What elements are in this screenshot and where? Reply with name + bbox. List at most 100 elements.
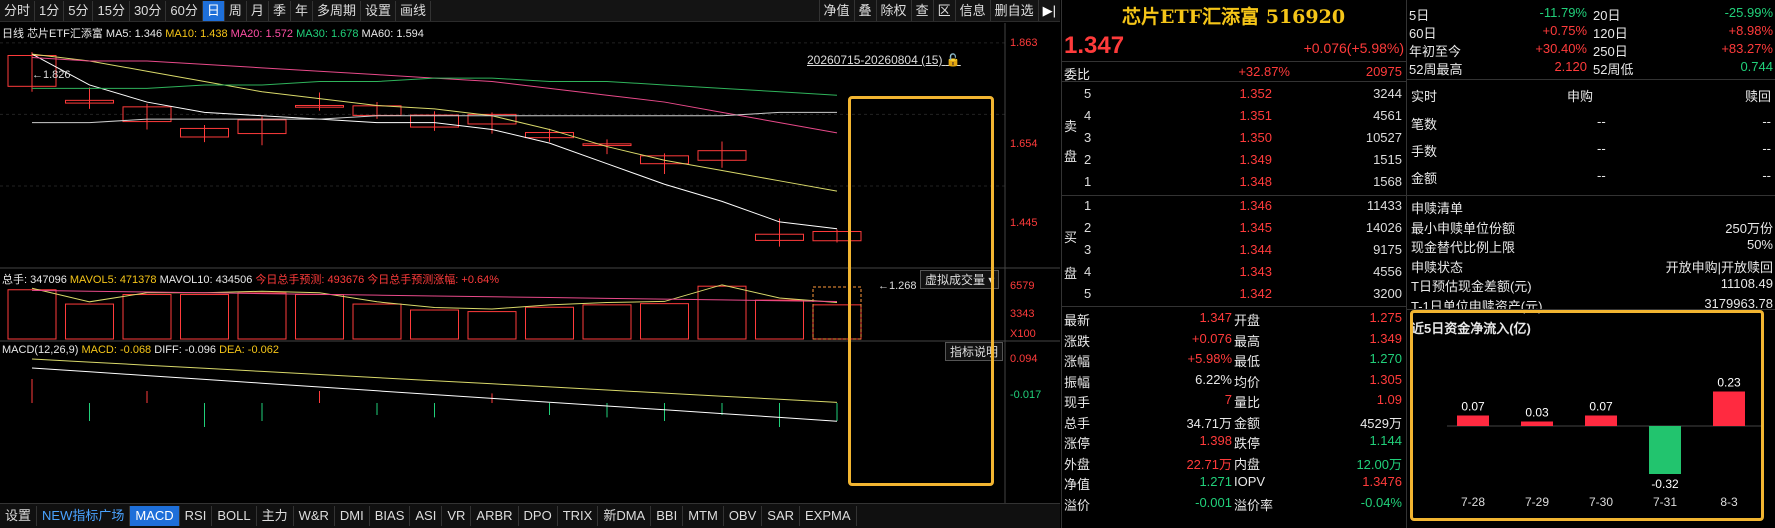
ma-line-green: [32, 77, 838, 96]
etf-info-value: 开放申购|开放赎回: [1665, 259, 1773, 275]
bid-volume: 11433: [1366, 198, 1402, 213]
period-1[interactable]: 1分: [35, 0, 65, 21]
perf-value: +83.27%: [1721, 41, 1773, 56]
perf-label: 年初至今: [1409, 44, 1462, 59]
stat-label: 最低: [1234, 354, 1261, 369]
volume-bar: [467, 311, 517, 340]
realtime-value: --: [1762, 114, 1771, 129]
vol-axis-2: 3343: [1010, 308, 1035, 320]
divider: [1407, 79, 1775, 80]
volume-bar: [582, 304, 632, 340]
indicator-tab-3[interactable]: RSI: [180, 506, 213, 526]
exit-icon[interactable]: ▶|: [1037, 0, 1060, 21]
stat-label: 量比: [1234, 395, 1261, 410]
highlight-box-flow: [1410, 310, 1764, 521]
period-11[interactable]: 多周期: [313, 0, 361, 21]
indicator-tab-17[interactable]: OBV: [724, 506, 763, 526]
volume-bar: [7, 289, 57, 340]
bid-price: 1.343: [1239, 264, 1272, 279]
etf-info-label: 申赎清单: [1411, 201, 1464, 216]
stat-value: 22.71万: [1186, 456, 1232, 472]
indicator-tab-14[interactable]: 新DMA: [598, 506, 652, 526]
period-5[interactable]: 60分: [166, 0, 203, 21]
indicator-tab-6[interactable]: W&R: [294, 506, 335, 526]
period-3[interactable]: 15分: [93, 0, 130, 21]
lock-icon[interactable]: 🔓: [946, 53, 961, 67]
bid-level: 1: [1084, 198, 1092, 213]
indicator-tab-12[interactable]: DPO: [519, 506, 558, 526]
volume-bar: [525, 306, 574, 340]
stat-label: 内盘: [1234, 456, 1261, 472]
chart-tools: 净值 叠 除权 查 区 信息 删自选 ▶|: [818, 0, 1060, 21]
indicator-tab-9[interactable]: ASI: [410, 506, 443, 526]
indicator-tab-1[interactable]: NEW指标广场: [37, 506, 131, 526]
indicator-tab-16[interactable]: MTM: [683, 506, 724, 526]
stat-value: 1.144: [1369, 433, 1402, 448]
tool-range[interactable]: 区: [932, 0, 955, 21]
indicator-tabs: 设置 NEW指标广场 MACD RSI BOLL 主力 W&R DMI BIAS ASI VR ARB…: [0, 503, 1060, 528]
volume-header: 总手: 347096 MAVOL5: 471378 MAVOL10: 43450…: [2, 271, 499, 287]
bid-volume: 14026: [1365, 220, 1402, 235]
stat-value: 12.00万: [1356, 456, 1402, 472]
macd-axis-1: 0.094: [1010, 353, 1038, 365]
stat-value: -0.001: [1195, 494, 1232, 510]
quote-panel: 芯片ETF汇添富 516920 1.347 +0.076(+5.98%) 委比 …: [1062, 0, 1406, 528]
tool-overlay[interactable]: 叠: [853, 0, 876, 21]
macd-header: MACD(12,26,9) MACD: -0.068 DIFF: -0.096 …: [2, 344, 279, 356]
period-8[interactable]: 月: [247, 0, 269, 21]
ma-header: 日线 芯片ETF汇添富 MA5: 1.346 MA10: 1.438 MA20:…: [2, 25, 424, 41]
etf-info-value: 11108.49: [1720, 276, 1773, 291]
indicator-tab-7[interactable]: DMI: [335, 506, 370, 526]
stat-value: +0.076: [1191, 330, 1232, 346]
stat-label: 溢价: [1064, 497, 1091, 513]
ask-level: 5: [1084, 86, 1092, 101]
tool-remove-favorite[interactable]: 删自选: [989, 0, 1038, 21]
diff-value: DIFF: -0.096: [154, 344, 216, 356]
period-13[interactable]: 画线: [396, 0, 432, 21]
perf-value: 0.744: [1740, 59, 1773, 74]
period-6[interactable]: 日: [202, 0, 225, 21]
sell-side-label: 卖盘: [1064, 112, 1077, 172]
stat-value: 1.349: [1369, 330, 1402, 346]
indicator-tab-10[interactable]: VR: [442, 506, 472, 526]
period-9[interactable]: 季: [269, 0, 291, 21]
high-marker: ←1.826: [32, 69, 71, 81]
chart-type-label: 日线: [2, 28, 24, 40]
indicator-tab-11[interactable]: ARBR: [471, 506, 519, 526]
period-12[interactable]: 设置: [361, 0, 396, 21]
divider: [1062, 195, 1406, 196]
stat-value: 1.270: [1369, 351, 1402, 366]
etf-info-value: 250万份: [1725, 220, 1773, 236]
last-price: 1.347: [1064, 32, 1125, 59]
period-4[interactable]: 30分: [130, 0, 167, 21]
stat-label: 最新: [1064, 313, 1091, 328]
period-7[interactable]: 周: [225, 0, 247, 21]
indicator-tab-5[interactable]: 主力: [257, 506, 294, 526]
date-range[interactable]: 20260715-20260804 (15) 🔓: [807, 53, 961, 67]
period-0[interactable]: 分时: [0, 0, 36, 21]
indicator-tab-13[interactable]: TRIX: [558, 506, 599, 526]
tool-search[interactable]: 查: [910, 0, 933, 21]
indicator-tab-2[interactable]: MACD: [130, 506, 180, 526]
tool-nav[interactable]: 净值: [818, 0, 854, 21]
stat-label: 跌停: [1234, 436, 1261, 451]
perf-value: -25.99%: [1724, 5, 1773, 20]
indicator-tab-4[interactable]: BOLL: [212, 506, 257, 526]
period-10[interactable]: 年: [291, 0, 313, 21]
indicator-tab-19[interactable]: EXPMA: [800, 506, 857, 526]
perf-value: +8.98%: [1728, 23, 1773, 38]
period-2[interactable]: 5分: [64, 0, 94, 21]
tool-exright[interactable]: 除权: [875, 0, 911, 21]
stat-value: +5.98%: [1187, 351, 1232, 366]
indicator-tab-8[interactable]: BIAS: [370, 506, 411, 526]
realtime-value: --: [1762, 141, 1771, 156]
dea-value: DEA: -0.062: [219, 344, 279, 356]
indicator-tab-18[interactable]: SAR: [762, 506, 801, 526]
tool-info[interactable]: 信息: [954, 0, 990, 21]
sell-label-2: 盘: [1064, 149, 1078, 164]
period-toolbar: 分时 1分 5分 15分 30分 60分日周月季年多周期 设置 画线 净值 叠 除权 查 区 …: [0, 0, 1060, 22]
perf-value: +0.75%: [1542, 23, 1587, 38]
indicator-tab-0[interactable]: 设置: [0, 506, 38, 526]
etf-info-value: 50%: [1746, 237, 1773, 252]
indicator-tab-15[interactable]: BBI: [651, 506, 684, 526]
